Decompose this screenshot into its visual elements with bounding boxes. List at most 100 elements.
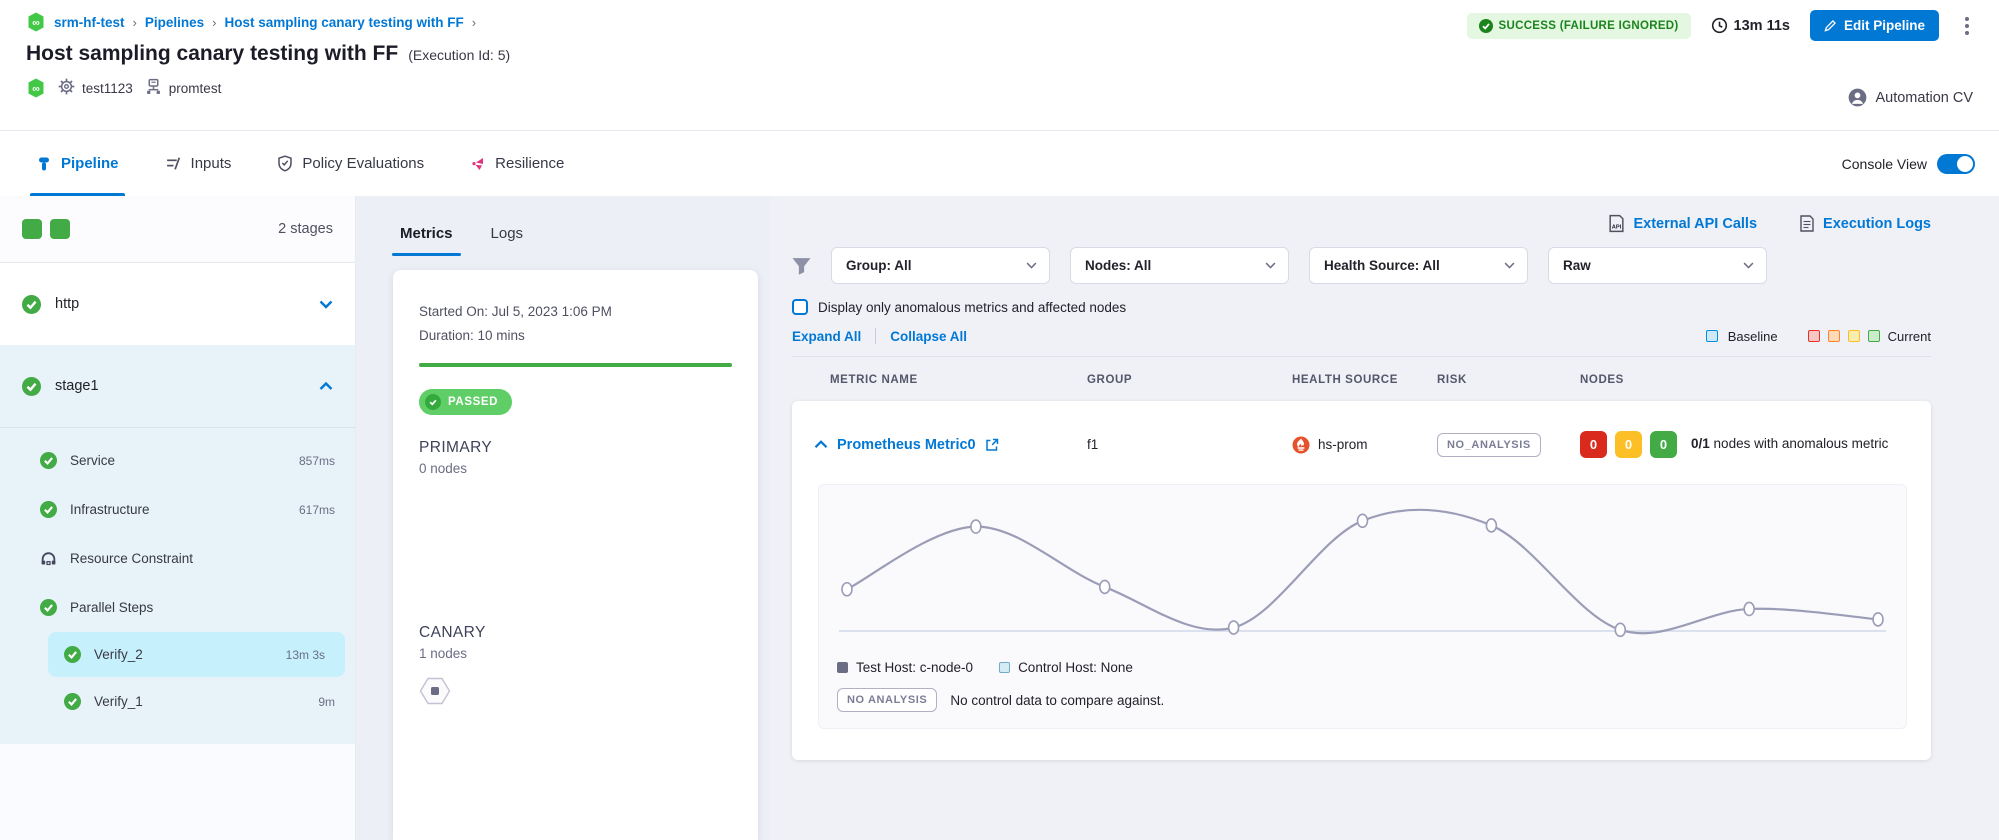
resilience-icon (470, 156, 486, 172)
risk-badge: NO_ANALYSIS (1437, 433, 1541, 457)
resource-constraint-icon (40, 550, 57, 567)
metric-row-card: Prometheus Metric0 f1 hs-prom NO_ANALYSI… (792, 401, 1931, 760)
sidebar-step-parallel-steps[interactable]: Parallel Steps (0, 583, 355, 632)
started-on-label: Started On: Jul 5, 2023 1:06 PM (419, 300, 732, 324)
duration-label: Duration: 10 mins (419, 324, 732, 348)
primary-node-count: 0 nodes (419, 461, 732, 476)
current-yellow-swatch (1848, 330, 1860, 342)
stages-sidebar: 2 stages http stage1 Service 857ms Infra… (0, 196, 356, 840)
page-header: ∞ srm-hf-test › Pipelines › Host samplin… (0, 0, 1999, 131)
sidebar-step-service[interactable]: Service 857ms (0, 436, 355, 485)
canary-node-hexagon[interactable] (419, 677, 732, 710)
sidebar-stage-http[interactable]: http (0, 263, 355, 345)
breadcrumb-pipelines[interactable]: Pipelines (145, 15, 204, 30)
sidebar-stage-stage1[interactable]: stage1 (0, 345, 355, 428)
step-duration: 9m (318, 695, 335, 709)
tag-environment: test1123 (58, 78, 133, 98)
chevron-down-icon (1743, 262, 1754, 269)
chevron-down-icon (1265, 262, 1276, 269)
breadcrumb-pipeline-name[interactable]: Host sampling canary testing with FF (224, 15, 463, 30)
execution-id: (Execution Id: 5) (408, 47, 510, 63)
health-source-cell: hs-prom (1292, 436, 1437, 454)
tab-inputs[interactable]: Inputs (159, 131, 238, 196)
group-filter-dropdown[interactable]: Group: All (831, 247, 1050, 284)
expand-all-link[interactable]: Expand All (792, 329, 861, 344)
metric-name-link[interactable]: Prometheus Metric0 (837, 437, 976, 453)
test-host-swatch (837, 662, 848, 673)
tab-metrics[interactable]: Metrics (400, 196, 453, 270)
check-icon (428, 397, 438, 407)
inputs-icon (165, 155, 182, 172)
metrics-table-header: METRIC NAME GROUP HEALTH SOURCE RISK NOD… (792, 357, 1931, 401)
svg-text:API: API (1612, 224, 1622, 230)
collapse-all-link[interactable]: Collapse All (890, 329, 967, 344)
primary-label: PRIMARY (419, 439, 732, 457)
execution-logs-link[interactable]: Execution Logs (1799, 214, 1931, 233)
current-orange-swatch (1828, 330, 1840, 342)
anomalous-only-checkbox[interactable] (792, 299, 808, 315)
sidebar-step-verify-2[interactable]: Verify_2 13m 3s (48, 632, 345, 677)
tab-logs[interactable]: Logs (491, 196, 524, 270)
tab-pipeline[interactable]: Pipeline (30, 131, 125, 196)
collapse-row-chevron-icon[interactable] (814, 440, 828, 449)
api-document-icon: API (1608, 214, 1625, 233)
pipeline-icon (36, 156, 52, 172)
red-node-count: 0 (1580, 431, 1607, 458)
step-duration: 13m 3s (286, 648, 325, 662)
avatar-icon (1848, 88, 1867, 107)
data-mode-dropdown[interactable]: Raw (1548, 247, 1767, 284)
breadcrumb-separator: › (212, 15, 216, 30)
external-api-calls-link[interactable]: API External API Calls (1608, 214, 1757, 233)
stage-status-square (22, 219, 42, 239)
sidebar-step-resource-constraint[interactable]: Resource Constraint (0, 534, 355, 583)
success-check-icon (40, 599, 57, 616)
tab-policy-evaluations[interactable]: Policy Evaluations (271, 131, 430, 196)
prometheus-icon (1292, 436, 1310, 454)
tab-resilience[interactable]: Resilience (464, 131, 570, 196)
green-node-count: 0 (1650, 431, 1677, 458)
more-options-menu[interactable] (1959, 13, 1975, 39)
success-check-icon (22, 377, 41, 396)
network-icon (145, 78, 162, 98)
col-health-source: HEALTH SOURCE (1292, 374, 1437, 386)
console-view-label: Console View (1842, 156, 1927, 172)
edit-pipeline-button[interactable]: Edit Pipeline (1810, 10, 1939, 41)
sidebar-step-infrastructure[interactable]: Infrastructure 617ms (0, 485, 355, 534)
triggered-by-user: Automation CV (1848, 88, 1973, 107)
verification-progress-bar (419, 363, 732, 367)
nodes-filter-dropdown[interactable]: Nodes: All (1070, 247, 1289, 284)
external-link-icon[interactable] (985, 438, 999, 452)
test-host-label: Test Host: c-node-0 (856, 660, 973, 675)
anomalous-only-label: Display only anomalous metrics and affec… (818, 300, 1126, 315)
success-check-icon (40, 452, 57, 469)
chevron-down-icon (1026, 262, 1037, 269)
col-risk: RISK (1437, 374, 1580, 386)
harness-service-icon: ∞ (26, 78, 46, 98)
harness-logo-icon: ∞ (26, 12, 46, 32)
stage-status-square (50, 219, 70, 239)
pipeline-duration: 13m 11s (1711, 17, 1790, 34)
chevron-down-icon (1504, 262, 1515, 269)
chevron-up-icon (319, 382, 333, 391)
success-check-icon (64, 646, 81, 663)
nodes-cell: 0 0 0 0/1 nodes with anomalous metric (1580, 431, 1931, 458)
step-duration: 617ms (299, 503, 335, 517)
control-host-swatch (999, 662, 1010, 673)
gear-icon (58, 78, 75, 98)
console-view-toggle[interactable] (1937, 154, 1975, 174)
nodes-ratio: 0/1 (1691, 436, 1710, 451)
chart-host-legend: Test Host: c-node-0 Control Host: None (837, 660, 1888, 675)
no-analysis-message: No control data to compare against. (950, 693, 1164, 708)
health-source-filter-dropdown[interactable]: Health Source: All (1309, 247, 1528, 284)
metric-chart-svg (837, 499, 1888, 649)
sidebar-step-verify-1[interactable]: Verify_1 9m (0, 677, 355, 726)
success-check-icon (40, 501, 57, 518)
baseline-current-legend: Baseline Current (1706, 329, 1931, 344)
verification-status-badge: PASSED (419, 389, 512, 415)
breadcrumb-project[interactable]: srm-hf-test (54, 15, 125, 30)
metric-group-value: f1 (1087, 437, 1292, 452)
shield-check-icon (277, 155, 293, 172)
success-check-icon (22, 295, 41, 314)
step-duration: 857ms (299, 454, 335, 468)
clock-icon (1711, 17, 1728, 34)
